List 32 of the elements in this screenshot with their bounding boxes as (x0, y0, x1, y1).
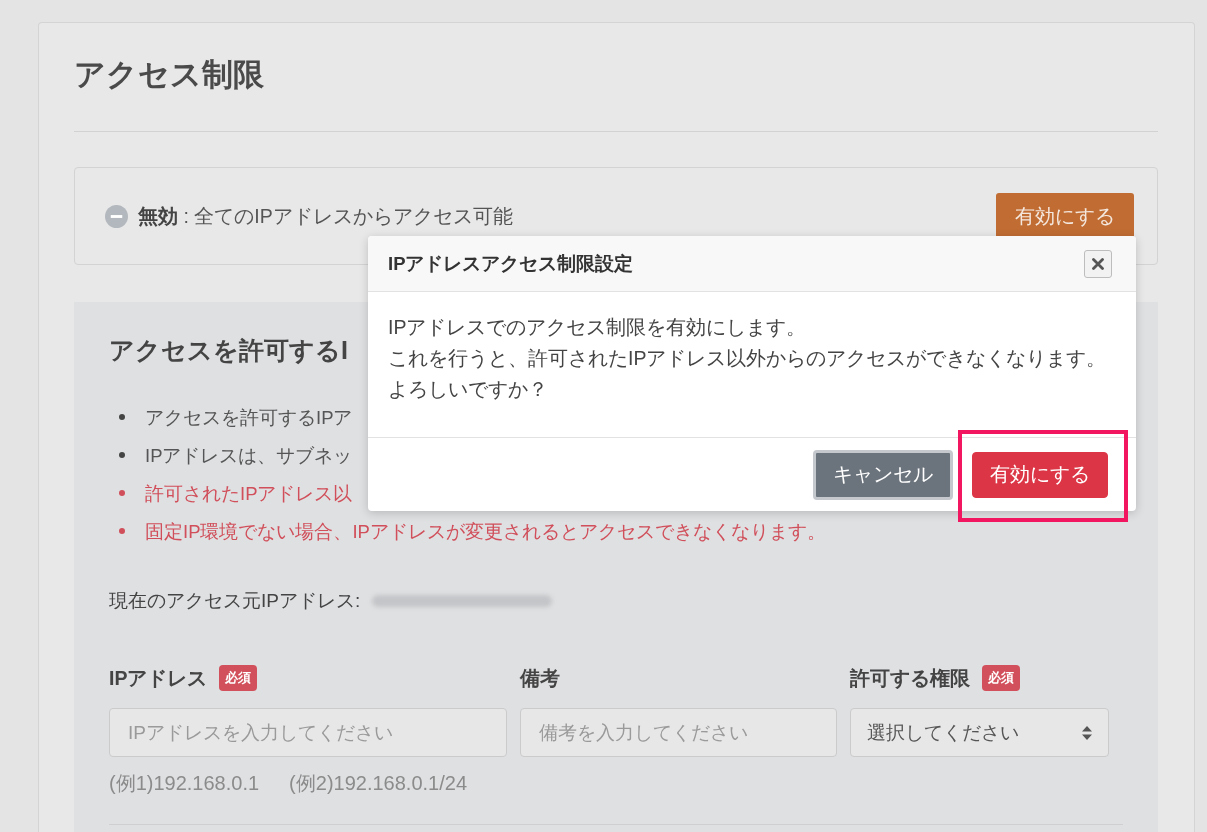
dialog-message: よろしいですか？ (388, 377, 548, 402)
example-text: (例1)192.168.0.1 (109, 770, 260, 796)
field-label: 許可する権限 (850, 665, 970, 691)
note-text: IPアドレスは、サブネッ (145, 443, 353, 468)
section-heading: アクセスを許可するI (109, 335, 348, 366)
bullet-icon (119, 528, 125, 534)
close-button[interactable] (1084, 249, 1112, 278)
note-text: 許可されたIPアドレス以 (145, 481, 353, 506)
bullet-icon (119, 452, 125, 458)
note-text: 固定IP環境でない場合、IPアドレスが変更されるとアクセスできなくなります。 (145, 519, 826, 544)
confirm-button[interactable]: 有効にする (972, 451, 1108, 498)
current-ip-label: 現在のアクセス元IPアドレス: (109, 589, 361, 613)
cancel-button[interactable]: キャンセル (813, 449, 953, 500)
dialog-title: IPアドレスアクセス制限設定 (388, 252, 634, 276)
field-label: IPアドレス (109, 665, 208, 691)
required-badge: 必須 (982, 665, 1020, 691)
status-text: 無効 : 全てのIPアドレスからアクセス可能 (138, 203, 513, 229)
close-icon (1092, 257, 1104, 270)
note-text: アクセスを許可するIPア (145, 405, 353, 430)
enable-button[interactable]: 有効にする (996, 193, 1134, 239)
required-badge: 必須 (219, 665, 258, 691)
bullet-icon (119, 490, 125, 496)
bullet-icon (119, 414, 125, 420)
dialog-message: これを行うと、許可されたIPアドレス以外からのアクセスができなくなります。 (388, 346, 1107, 371)
dialog-message: IPアドレスでのアクセス制限を有効にします。 (388, 315, 807, 340)
page-title: アクセス制限 (74, 56, 264, 94)
text-input[interactable]: 備考を入力してください (520, 708, 837, 757)
select-dropdown[interactable]: 選択してください (850, 708, 1109, 757)
field-label: 備考 (520, 665, 560, 691)
text-input[interactable]: IPアドレスを入力してください (109, 708, 507, 757)
example-text: (例2)192.168.0.1/24 (289, 770, 467, 796)
up-down-caret-icon (1082, 725, 1092, 740)
